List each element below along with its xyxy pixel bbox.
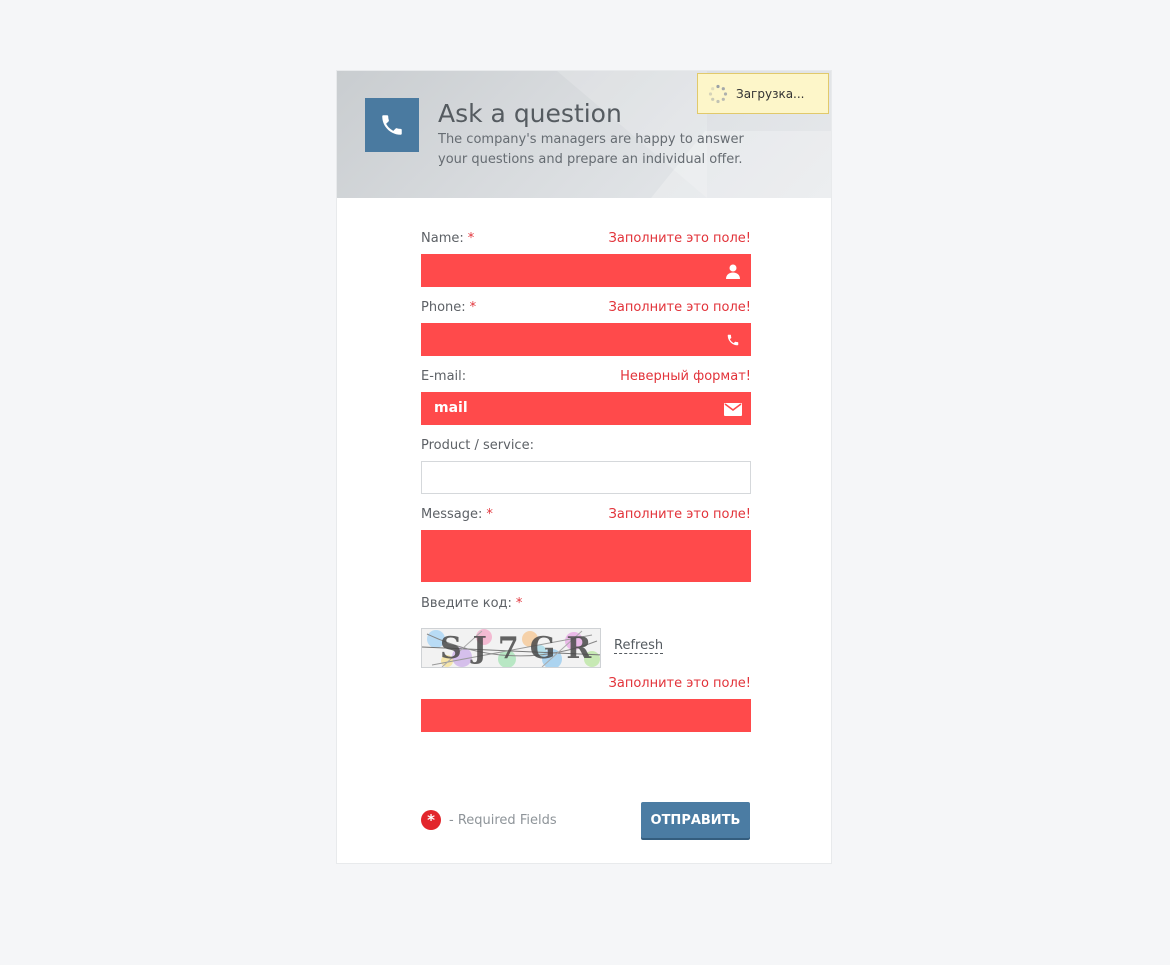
phone-error: Заполните это поле! (608, 300, 751, 315)
phone-label: Phone: (421, 300, 466, 315)
captcha-code: SJ7GR (440, 631, 601, 666)
envelope-icon (724, 400, 742, 418)
phone-field[interactable] (421, 323, 751, 356)
name-label: Name: (421, 231, 464, 246)
required-asterisk-icon: * (421, 810, 441, 830)
captcha-error-row: Заполните это поле! (421, 676, 751, 694)
submit-button[interactable]: ОТПРАВИТЬ (641, 802, 750, 838)
product-field[interactable] (421, 461, 751, 494)
email-value: mail (434, 400, 468, 416)
product-label-row: Product / service: (421, 438, 751, 456)
email-field[interactable]: mail (421, 392, 751, 425)
product-label: Product / service: (421, 438, 534, 453)
name-label-row: Name: * Заполните это поле! (421, 231, 751, 249)
required-asterisk: * (515, 596, 523, 611)
captcha-label: Введите код: (421, 596, 512, 611)
phone-label-row: Phone: * Заполните это поле! (421, 300, 751, 318)
email-label-row: E-mail: Неверный формат! (421, 369, 751, 387)
loading-text: Загрузка... (736, 86, 805, 101)
required-asterisk: * (469, 300, 477, 315)
user-icon (724, 262, 742, 280)
phone-icon (382, 115, 402, 135)
message-label: Message: (421, 507, 483, 522)
captcha-label-row: Введите код: * (421, 596, 751, 614)
ask-question-modal: Ask a question The company's managers ar… (336, 70, 832, 864)
modal-subtitle: The company's managers are happy to answ… (438, 132, 744, 167)
modal-title: Ask a question (438, 99, 622, 128)
name-field[interactable] (421, 254, 751, 287)
name-error: Заполните это поле! (608, 231, 751, 246)
message-error: Заполните это поле! (608, 507, 751, 522)
captcha-image: SJ7GR (421, 628, 601, 668)
email-label: E-mail: (421, 369, 467, 384)
phone-icon (724, 331, 742, 349)
required-asterisk: * (486, 507, 493, 522)
loading-notice: Загрузка... (697, 73, 829, 114)
captcha-refresh-link[interactable]: Refresh (614, 638, 664, 654)
required-fields-note: * - Required Fields (421, 808, 557, 832)
required-fields-text: - Required Fields (449, 812, 557, 828)
email-error: Неверный формат! (620, 369, 751, 384)
message-textarea[interactable] (421, 530, 751, 582)
header-phone-badge (365, 98, 419, 152)
captcha-error: Заполните это поле! (608, 676, 751, 691)
spinner-icon (708, 84, 728, 103)
captcha-field[interactable] (421, 699, 751, 732)
required-asterisk: * (467, 231, 475, 246)
message-label-row: Message: * Заполните это поле! (421, 507, 751, 525)
